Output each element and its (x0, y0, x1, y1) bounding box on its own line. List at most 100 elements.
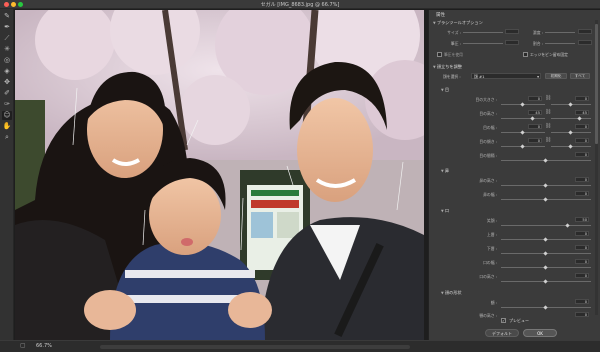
forehead-field[interactable]: 0 (575, 299, 589, 304)
lower-lip-knob[interactable] (543, 251, 548, 256)
thaw-mask-icon[interactable]: ✑ (2, 100, 12, 109)
preview-checkbox[interactable]: ✓ (501, 318, 506, 323)
mouth-width-label: 口の幅 : (483, 260, 497, 265)
brush-icon[interactable]: ✎ (2, 12, 12, 21)
eye-height-right-knob[interactable] (577, 116, 582, 121)
eye-tilt-left-field[interactable]: 0 (528, 138, 542, 143)
horizontal-scrollbar[interactable] (100, 345, 410, 349)
view-icon[interactable]: ▢ (20, 342, 26, 349)
brush-options-header[interactable]: ブラシツールオプション (433, 20, 483, 26)
eye-size-left-knob[interactable] (520, 102, 525, 107)
nose-height-knob[interactable] (543, 183, 548, 188)
all-button[interactable]: すべて (570, 73, 590, 79)
face-aware-header[interactable]: 顔立ちを調整 (433, 64, 462, 70)
eye-tilt-left-knob[interactable] (520, 144, 525, 149)
pucker-icon[interactable]: ◈ (2, 67, 12, 76)
eye-height-left-field[interactable]: 45 (528, 110, 542, 115)
nose-width-knob[interactable] (543, 197, 548, 202)
eye-tilt-label: 目の傾き : (479, 139, 497, 144)
title-bar: セガル [IMG_8683.jpg @ 66.7%] (0, 0, 600, 9)
eye-tilt-right-knob[interactable] (568, 144, 573, 149)
panel-title: 属性 (436, 13, 445, 18)
eye-width-right-knob[interactable] (568, 130, 573, 135)
lower-lip-field[interactable]: 0 (575, 245, 589, 250)
eye-height-label: 目の高さ : (479, 111, 497, 116)
forehead-knob[interactable] (543, 305, 548, 310)
hand-icon[interactable]: ✋ (2, 122, 12, 131)
line-icon[interactable]: ⟋ (2, 34, 12, 43)
face-select-value: 顔 #1 (474, 74, 485, 79)
nose-height-label: 鼻の高さ : (479, 178, 497, 183)
face-select-dropdown[interactable]: 顔 #1 ▾ (471, 73, 541, 79)
mouth-width-field[interactable]: 0 (575, 259, 589, 264)
eye-width-left-field[interactable]: 0 (528, 124, 542, 129)
eye-width-label: 目の幅 : (483, 125, 497, 130)
smile-field[interactable]: 50 (575, 217, 589, 222)
eye-distance-knob[interactable] (543, 158, 548, 163)
eye-tilt-right-field[interactable]: 0 (575, 138, 589, 143)
panel-body: ブラシツールオプション サイズ : 濃度 : 筆圧 : 割合 : 筆圧を使用 エ… (433, 20, 597, 320)
status-bar: ▢ 66.7% (0, 340, 600, 352)
properties-panel: 属性 ブラシツールオプション サイズ : 濃度 : 筆圧 : 割合 : 筆圧を使… (428, 10, 600, 340)
use-pressure-checkbox[interactable] (437, 52, 442, 57)
move-icon[interactable]: ✥ (2, 78, 12, 87)
bloat-icon[interactable]: ◎ (2, 56, 12, 65)
eye-height-right-slider[interactable] (551, 118, 591, 119)
sparkle-icon[interactable]: ✳ (2, 45, 12, 54)
pressure-slider[interactable] (463, 43, 503, 44)
density-field[interactable] (578, 29, 592, 34)
eye-size-right-knob[interactable] (568, 102, 573, 107)
nose-header[interactable]: 鼻 (441, 168, 449, 174)
zoom-level[interactable]: 66.7% (36, 343, 52, 349)
rate-slider[interactable] (545, 43, 575, 44)
eye-height-left-slider[interactable] (501, 118, 545, 119)
upper-lip-knob[interactable] (543, 237, 548, 242)
mouth-width-knob[interactable] (543, 265, 548, 270)
freeze-mask-icon[interactable]: ✐ (2, 89, 12, 98)
panel-footer: ✓ プレビュー デフォルト OK (429, 316, 600, 340)
pin-edges-checkbox[interactable] (523, 52, 528, 57)
eyes-header[interactable]: 目 (441, 87, 449, 93)
nose-height-field[interactable]: 0 (575, 177, 589, 182)
eye-height-left-knob[interactable] (530, 116, 535, 121)
mouth-height-field[interactable]: 0 (575, 273, 589, 278)
tool-sidebar: ✎ ✒ ⟋ ✳ ◎ ◈ ✥ ✐ ✑ ☺ ✋ ⌕ (0, 9, 14, 340)
link-icon[interactable]: ⛓ (545, 109, 551, 115)
eye-distance-field[interactable]: 0 (575, 152, 589, 157)
eye-distance-label: 目の間隔 : (479, 153, 497, 158)
eye-size-left-field[interactable]: 0 (528, 96, 542, 101)
nose-width-label: 鼻の幅 : (483, 192, 497, 197)
eye-height-right-field[interactable]: 45 (575, 110, 589, 115)
pressure-label: 筆圧 : (450, 41, 461, 46)
link-icon[interactable]: ⛓ (545, 123, 551, 129)
upper-lip-label: 上唇 : (486, 232, 497, 237)
pen-icon[interactable]: ✒ (2, 23, 12, 32)
mouth-header[interactable]: 口 (441, 208, 449, 214)
eye-width-right-field[interactable]: 0 (575, 124, 589, 129)
rate-field[interactable] (578, 40, 592, 45)
face-tool-icon[interactable]: ☺ (2, 111, 12, 120)
lower-lip-label: 下唇 : (486, 246, 497, 251)
link-icon[interactable]: ⛓ (545, 137, 551, 143)
link-icon[interactable]: ⛓ (545, 95, 551, 101)
smile-slider[interactable] (501, 225, 591, 226)
smile-label: 笑顔 : (486, 218, 497, 223)
default-button[interactable]: デフォルト (485, 329, 519, 337)
density-slider[interactable] (545, 32, 575, 33)
use-pressure-label: 筆圧を使用 (444, 52, 463, 57)
upper-lip-field[interactable]: 0 (575, 231, 589, 236)
zoom-icon[interactable]: ⌕ (2, 133, 12, 142)
reset-button[interactable]: 初期化 (545, 73, 567, 79)
mouth-height-label: 口の高さ : (479, 274, 497, 279)
ok-button[interactable]: OK (523, 329, 557, 337)
eye-width-left-knob[interactable] (520, 130, 525, 135)
nose-width-field[interactable]: 0 (575, 191, 589, 196)
window-title: セガル [IMG_8683.jpg @ 66.7%] (260, 2, 340, 8)
eye-size-right-field[interactable]: 0 (575, 96, 589, 101)
mouth-height-knob[interactable] (543, 279, 548, 284)
pin-edges-label: エッジをピン留め固定 (530, 52, 568, 57)
size-slider[interactable] (463, 32, 503, 33)
smile-knob[interactable] (565, 223, 570, 228)
face-shape-header[interactable]: 顔の形状 (441, 290, 462, 296)
image-canvas[interactable] (15, 10, 424, 340)
